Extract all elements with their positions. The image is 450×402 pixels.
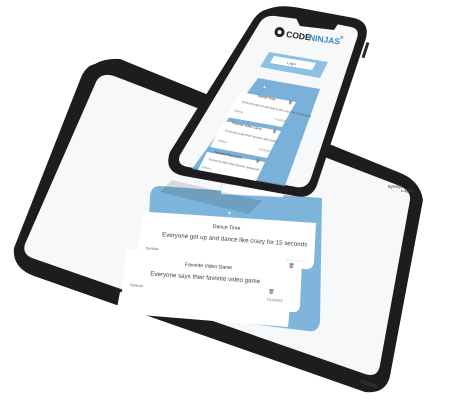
- tablet-delete-icon[interactable]: 🗑: [268, 288, 275, 295]
- tablet-delete-icon[interactable]: 🗑: [288, 262, 295, 269]
- device-mockup-scene: ByNinja Logout S ® + Dance Time Everyone…: [13, 6, 423, 393]
- phone-add-symbol[interactable]: +: [263, 85, 266, 91]
- tablet-logout-link[interactable]: Logout: [401, 188, 415, 193]
